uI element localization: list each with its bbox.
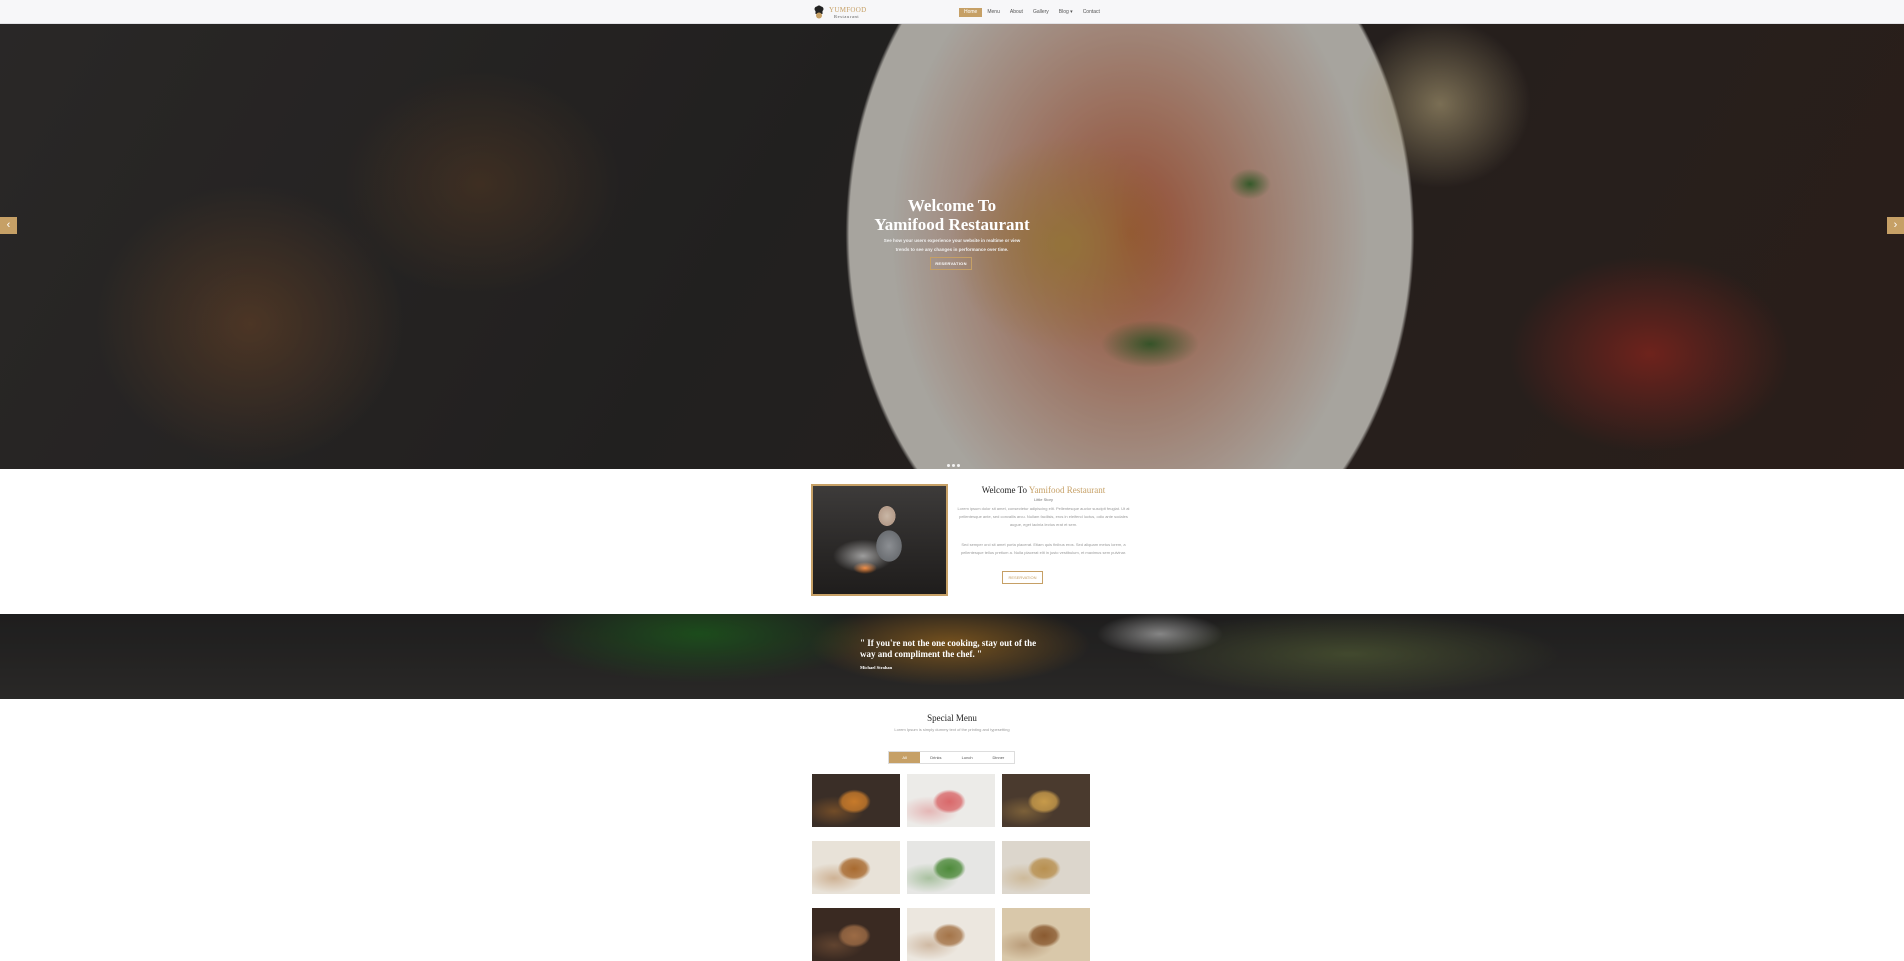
- salad-bowls-photo[interactable]: [907, 841, 995, 894]
- nav-item-home[interactable]: Home: [959, 8, 983, 17]
- filter-dinner[interactable]: Dinner: [983, 752, 1014, 763]
- special-menu-subtitle: Lorem Ipsum is simply dummy text of the …: [894, 727, 1010, 732]
- nav-item-gallery[interactable]: Gallery: [1028, 8, 1054, 17]
- logo-title: YUMFOOD: [829, 6, 867, 14]
- plated-dish-photo[interactable]: [1002, 841, 1090, 894]
- filter-all[interactable]: All: [889, 752, 921, 763]
- chef-cooking-image: [811, 484, 948, 596]
- about-paragraph-2: Sed semper orci sit amet porta placerat.…: [960, 542, 1127, 555]
- about-small-label: Little Story: [1034, 497, 1053, 502]
- nav-item-contact[interactable]: Contact: [1078, 8, 1105, 17]
- main-menu: Home Menu About Gallery Blog ▾ Contact: [959, 8, 1105, 17]
- chef-hat-icon: [814, 5, 824, 19]
- hero-title-line2: Yamifood Restaurant: [874, 215, 1030, 234]
- menu-filter-tabs: All Drinks Lunch Dinner: [888, 751, 1015, 764]
- watermelon-drink-photo[interactable]: [907, 774, 995, 827]
- nav-item-blog[interactable]: Blog ▾: [1054, 8, 1078, 17]
- filter-lunch[interactable]: Lunch: [952, 752, 983, 763]
- dessert-board-photo[interactable]: [1002, 908, 1090, 961]
- dinner-table-photo[interactable]: [907, 908, 995, 961]
- hero-subtitle-line2: trends to see any changes in performance…: [895, 247, 1009, 252]
- logo-subtitle: Restaurant: [834, 14, 860, 19]
- about-paragraph-1: Lorem ipsum dolor sit amet, consectetur …: [957, 506, 1130, 527]
- about-title-highlight: Yamifood Restaurant: [1028, 485, 1106, 495]
- hero-slide-dots: [947, 464, 960, 467]
- hero-reservation-button[interactable]: RESERVATION: [930, 257, 972, 270]
- about-title-prefix: Welcome To: [981, 485, 1027, 495]
- slide-dot[interactable]: [957, 464, 960, 467]
- quote-text: " If you're not the one cooking, stay ou…: [860, 638, 1037, 659]
- dinner-plates-photo[interactable]: [812, 908, 900, 961]
- nav-item-about[interactable]: About: [1005, 8, 1028, 17]
- burger-photo[interactable]: [812, 841, 900, 894]
- slide-dot[interactable]: [952, 464, 955, 467]
- brand-logo[interactable]: YUMFOOD Restaurant: [812, 4, 866, 21]
- hero-next-arrow-icon[interactable]: ›: [1887, 217, 1904, 234]
- hero-title-line1: Welcome To: [907, 196, 997, 215]
- cocktail-photo[interactable]: [812, 774, 900, 827]
- nav-item-menu[interactable]: Menu: [982, 8, 1005, 17]
- hero-subtitle-line1: See how your users experience your websi…: [883, 238, 1021, 243]
- filter-drinks[interactable]: Drinks: [920, 752, 951, 763]
- about-reservation-button[interactable]: RESERVATION: [1002, 571, 1043, 584]
- slide-dot[interactable]: [947, 464, 950, 467]
- hero-prev-arrow-icon[interactable]: ‹: [0, 217, 17, 234]
- special-menu-title: Special Menu: [927, 713, 977, 723]
- hero-slider: Welcome To Yamifood Restaurant See how y…: [0, 24, 1904, 469]
- top-navbar: YUMFOOD Restaurant Home Menu About Galle…: [0, 0, 1904, 24]
- beer-snack-photo[interactable]: [1002, 774, 1090, 827]
- quote-banner: " If you're not the one cooking, stay ou…: [0, 614, 1904, 699]
- about-title: Welcome To Yamifood Restaurant: [950, 485, 1137, 495]
- quote-author: Michael Strahan: [860, 665, 893, 670]
